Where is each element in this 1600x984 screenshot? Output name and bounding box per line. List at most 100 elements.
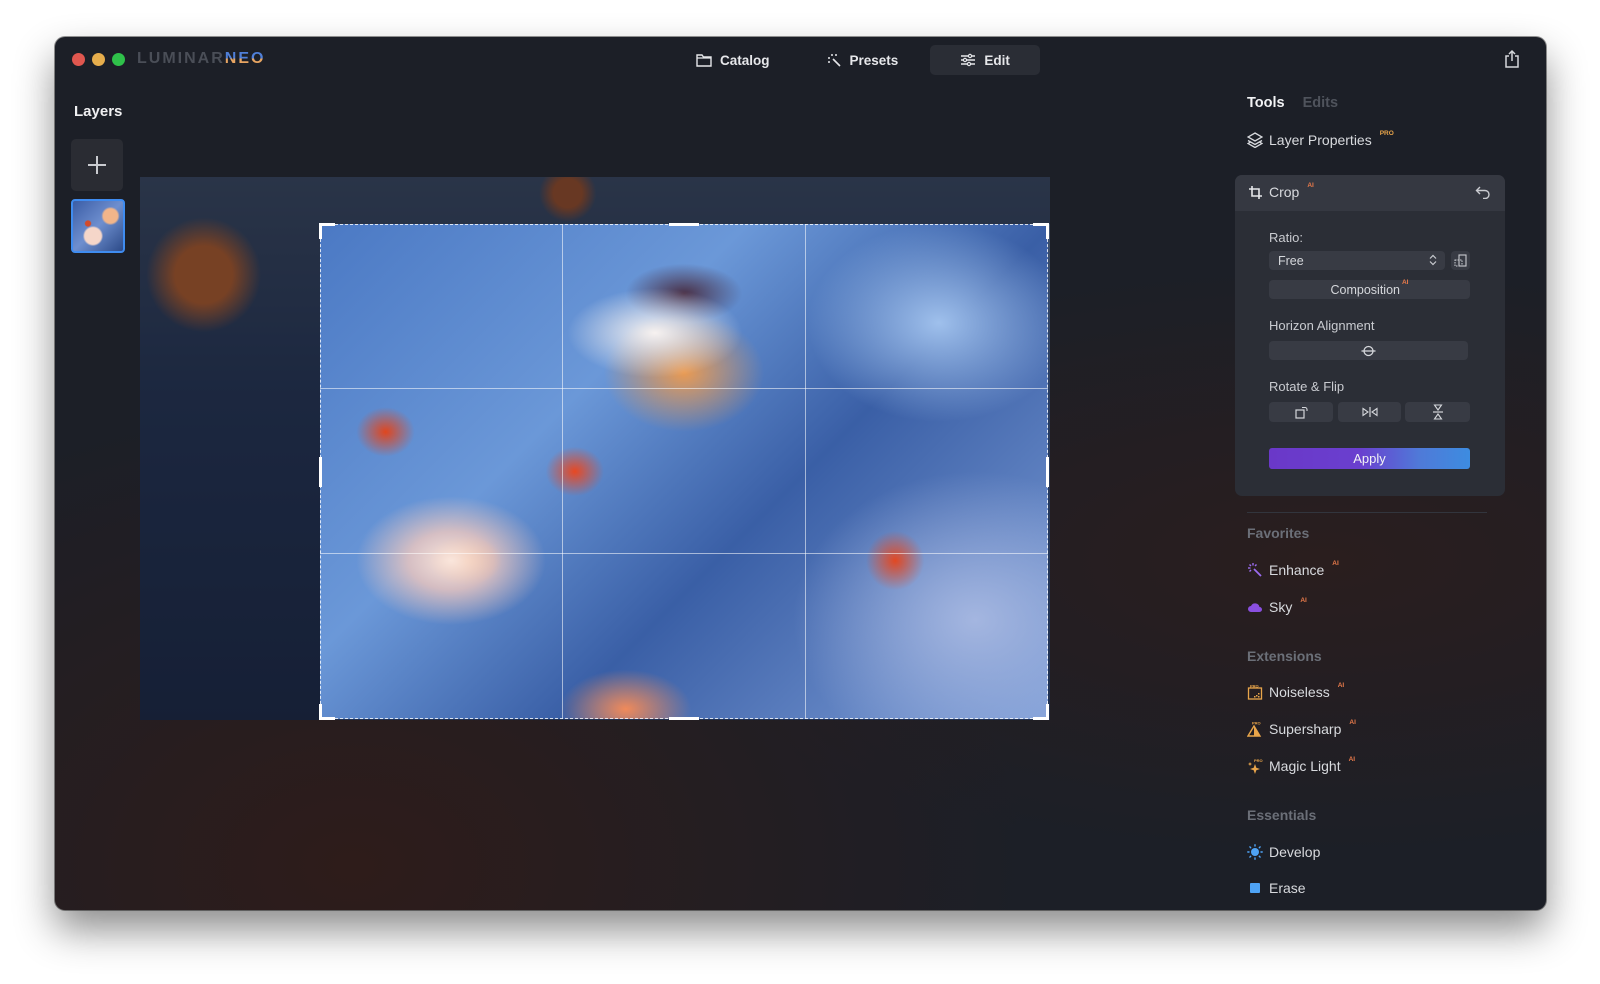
svg-text:PRO: PRO [1250,684,1259,689]
cloud-icon [1247,599,1263,615]
tools-panel: Tools Edits Layer Properties PRO Crop AI [1235,37,1546,910]
section-extensions: Extensions [1247,648,1322,664]
tool-magic-light[interactable]: PRO Magic Light AI [1247,755,1356,774]
crop-mask-top [140,177,1050,224]
crop-handle-tl-v[interactable] [319,223,322,239]
rotate-flip-label: Rotate & Flip [1269,379,1345,394]
tool-develop[interactable]: Develop [1247,844,1320,860]
crop-handle-bottom[interactable] [669,717,699,720]
app-logo: LUMINARNEO [137,50,265,68]
tab-edit-label: Edit [984,52,1010,68]
add-layer-button[interactable] [71,139,123,191]
tab-catalog[interactable]: Catalog [672,45,794,75]
folder-icon [696,52,712,68]
horizon-alignment-label: Horizon Alignment [1269,318,1375,333]
sun-icon [1247,844,1263,860]
magic-wand-icon [826,52,842,68]
logo-accent: NEO [224,50,266,67]
updown-chevron-icon [1429,254,1437,269]
composition-label: Composition [1330,282,1400,297]
rotate-button[interactable] [1269,402,1333,422]
flip-horizontal-icon [1361,407,1378,417]
flip-vertical-button[interactable] [1405,402,1470,422]
orientation-icon [1454,254,1467,267]
tab-catalog-label: Catalog [720,52,770,68]
enhance-wand-icon [1247,562,1263,578]
crop-handle-bl-v[interactable] [319,704,322,720]
tool-supersharp-label: Supersharp [1269,721,1342,737]
ai-badge: AI [1337,681,1345,689]
tool-erase-label: Erase [1269,880,1306,896]
tool-develop-label: Develop [1269,844,1321,860]
crop-mask-left [140,224,320,720]
horizon-alignment-button[interactable] [1269,341,1468,360]
tab-presets-label: Presets [849,52,899,68]
crop-title-row: Crop AI [1247,181,1314,200]
main-nav: Catalog Presets Edit [672,45,1040,75]
ratio-select[interactable]: Free [1269,251,1445,270]
tool-noiseless[interactable]: PRO Noiseless AI [1247,681,1345,700]
tool-sky[interactable]: Sky AI [1247,596,1307,615]
crop-handle-br-v[interactable] [1046,704,1049,720]
minimize-window-button[interactable] [92,53,105,66]
ai-badge: AI [1348,755,1356,763]
layer-properties-label: Layer Properties [1269,132,1372,148]
ai-badge: AI [1349,718,1356,726]
panel-tabs: Tools Edits [1247,95,1338,111]
ratio-value: Free [1278,253,1304,268]
tab-edit[interactable]: Edit [930,45,1040,75]
apply-button[interactable]: Apply [1269,448,1470,469]
undo-icon[interactable] [1475,185,1491,204]
flip-horizontal-button[interactable] [1338,402,1401,422]
app-window: LUMINARNEO Catalog Presets Edit Layers T… [55,37,1546,910]
svg-text:PRO: PRO [1254,758,1263,763]
supersharp-icon: PRO [1247,721,1263,737]
zoom-window-button[interactable] [112,53,125,66]
svg-text:PRO: PRO [1252,721,1261,726]
crop-tool-card: Crop AI Ratio: Free Composition AI Horiz… [1235,175,1505,496]
magic-light-icon: PRO [1247,758,1263,774]
panel-divider [1247,512,1487,513]
noiseless-icon: PRO [1247,684,1263,700]
tool-magic-light-label: Magic Light [1269,758,1341,774]
sliders-icon [960,52,976,68]
logo-main: LUMINAR [137,50,225,67]
flip-vertical-icon [1432,404,1443,420]
ai-badge: AI [1307,181,1314,189]
ai-badge: AI [1401,279,1409,286]
tool-noiseless-label: Noiseless [1269,684,1330,700]
orientation-toggle-button[interactable] [1451,251,1470,270]
ai-badge: AI [1300,596,1307,604]
composition-button[interactable]: Composition AI [1269,279,1470,299]
ratio-label: Ratio: [1269,230,1303,245]
crop-handle-tr-v[interactable] [1046,223,1049,239]
crop-handle-top[interactable] [669,223,699,226]
crop-handle-right[interactable] [1046,457,1049,487]
crop-handle-left[interactable] [319,457,322,487]
photo-canvas[interactable] [140,177,1050,720]
close-window-button[interactable] [72,53,85,66]
crop-title: Crop [1269,184,1300,200]
crop-border [320,224,1048,719]
tab-tools[interactable]: Tools [1247,95,1285,111]
crop-icon [1247,184,1263,200]
tool-enhance[interactable]: Enhance AI [1247,560,1339,578]
pro-badge: PRO [1379,129,1394,137]
tab-presets[interactable]: Presets [802,45,923,75]
plus-icon [88,156,106,174]
section-essentials: Essentials [1247,807,1317,823]
tab-edits[interactable]: Edits [1303,95,1338,111]
eraser-icon [1247,880,1263,896]
section-favorites: Favorites [1247,525,1310,541]
tool-supersharp[interactable]: PRO Supersharp AI [1247,718,1356,737]
layer-thumbnail[interactable] [71,199,125,253]
tool-enhance-label: Enhance [1269,562,1325,578]
horizon-icon [1361,345,1376,356]
layers-title: Layers [74,103,123,120]
crop-header[interactable]: Crop AI [1235,175,1505,211]
tool-erase[interactable]: Erase [1247,880,1306,896]
layer-properties-item[interactable]: Layer Properties PRO [1247,129,1394,148]
rotate-icon [1294,406,1308,419]
tool-sky-label: Sky [1269,599,1293,615]
layers-icon [1247,132,1263,148]
